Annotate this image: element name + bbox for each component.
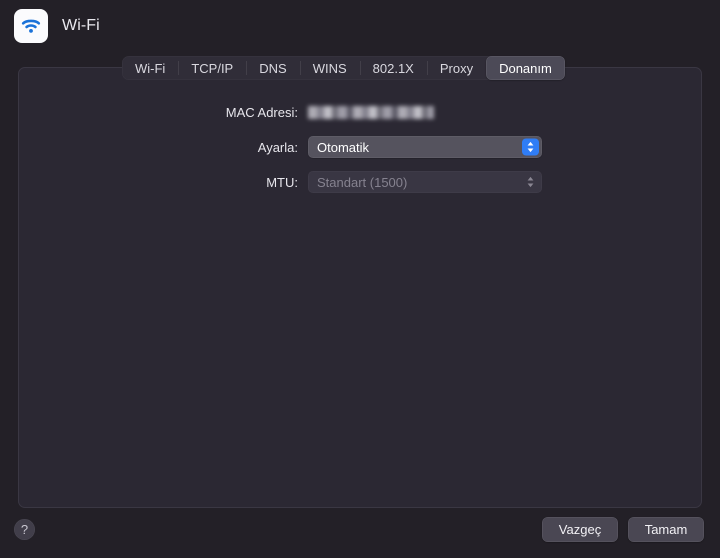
mtu-label: MTU: bbox=[266, 174, 298, 190]
mac-address-value-redacted bbox=[308, 105, 434, 119]
wifi-icon bbox=[14, 9, 48, 43]
tab-dns[interactable]: DNS bbox=[246, 56, 299, 80]
mac-address-row: MAC Adresi: bbox=[19, 100, 703, 124]
tab-tcpip[interactable]: TCP/IP bbox=[178, 56, 246, 80]
hardware-form: MAC Adresi: Ayarla: Otomatik MTU: Standa… bbox=[19, 100, 703, 205]
cancel-button[interactable]: Vazgeç bbox=[542, 517, 618, 542]
tab-proxy[interactable]: Proxy bbox=[426, 56, 486, 80]
tab-8021x[interactable]: 802.1X bbox=[359, 56, 427, 80]
tab-bar: Wi-Fi TCP/IP DNS WINS 802.1X Proxy Donan… bbox=[122, 56, 565, 80]
help-button[interactable]: ? bbox=[14, 519, 35, 540]
dialog-button-row: Vazgeç Tamam bbox=[542, 517, 704, 542]
configure-popup-button[interactable]: Otomatik bbox=[308, 136, 542, 158]
ok-button[interactable]: Tamam bbox=[628, 517, 704, 542]
chevron-up-down-icon bbox=[522, 138, 539, 156]
mtu-selected-value: Standart (1500) bbox=[317, 174, 408, 190]
tab-wins[interactable]: WINS bbox=[299, 56, 360, 80]
configure-label: Ayarla: bbox=[257, 139, 298, 155]
mtu-row: MTU: Standart (1500) bbox=[19, 170, 703, 194]
configure-selected-value: Otomatik bbox=[317, 139, 370, 155]
window-title: Wi-Fi bbox=[62, 17, 100, 34]
tab-donanim[interactable]: Donanım bbox=[486, 56, 565, 80]
content-panel: MAC Adresi: Ayarla: Otomatik MTU: Standa… bbox=[18, 67, 702, 508]
tab-wifi[interactable]: Wi-Fi bbox=[122, 56, 178, 80]
chevron-up-down-icon bbox=[522, 174, 539, 191]
configure-row: Ayarla: Otomatik bbox=[19, 135, 703, 159]
window-titlebar: Wi-Fi bbox=[0, 0, 720, 52]
mtu-popup-button: Standart (1500) bbox=[308, 171, 542, 193]
mac-address-label: MAC Adresi: bbox=[225, 104, 298, 120]
